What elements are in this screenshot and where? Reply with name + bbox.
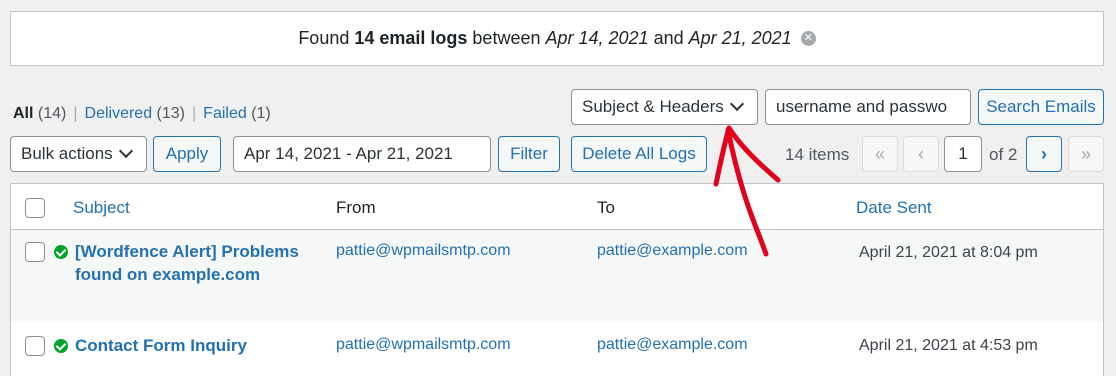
- status-filter-links: All (14) | Delivered (13) | Failed (1): [13, 105, 271, 123]
- view-delivered-link[interactable]: Delivered: [85, 105, 153, 122]
- bulk-actions-value: Bulk actions: [21, 144, 113, 163]
- notice-and: and: [648, 28, 689, 48]
- last-page-button[interactable]: »: [1068, 136, 1104, 172]
- annotation-arrow-head: [713, 125, 781, 187]
- prev-page-button[interactable]: ‹: [903, 136, 939, 172]
- results-notice: Found 14 email logs between Apr 14, 2021…: [10, 11, 1104, 66]
- from-email[interactable]: pattie@wpmailsmtp.com: [336, 242, 511, 260]
- view-delivered-count: (13): [152, 105, 186, 122]
- current-page-value: 1: [958, 144, 968, 163]
- row-checkbox[interactable]: [25, 242, 45, 262]
- table-header-row: Subject From To Date Sent: [11, 184, 1103, 230]
- check-circle-icon: [54, 245, 68, 259]
- search-input[interactable]: username and passwo: [765, 89, 971, 125]
- search-emails-button[interactable]: Search Emails: [978, 89, 1104, 125]
- email-logs-table: Subject From To Date Sent [Wordfence Ale…: [10, 183, 1104, 376]
- search-field-select[interactable]: Subject & Headers: [571, 89, 758, 125]
- table-row: Contact Form Inquiry pattie@wpmailsmtp.c…: [11, 322, 1103, 376]
- select-all-checkbox[interactable]: [25, 198, 45, 218]
- column-from-header: From: [336, 198, 376, 217]
- view-all-count: (14): [33, 105, 67, 122]
- next-page-button[interactable]: ›: [1026, 136, 1062, 172]
- email-subject-line: Contact Form Inquiry: [75, 336, 247, 355]
- date-range-value: Apr 14, 2021 - Apr 21, 2021: [244, 144, 453, 163]
- apply-button[interactable]: Apply: [153, 136, 221, 172]
- current-page-input[interactable]: 1: [944, 136, 982, 172]
- page-total: of 2: [989, 145, 1018, 164]
- notice-between: between: [467, 28, 546, 48]
- separator: |: [73, 105, 78, 122]
- chevron-down-icon: [729, 96, 744, 112]
- view-all-label[interactable]: All: [13, 105, 33, 122]
- table-row: [Wordfence Alert] Problems found on exam…: [11, 230, 1103, 322]
- to-email[interactable]: pattie@example.com: [597, 336, 748, 354]
- row-checkbox[interactable]: [25, 336, 45, 356]
- search-field-select-value: Subject & Headers: [582, 97, 724, 116]
- column-subject-header[interactable]: Subject: [73, 198, 130, 218]
- dismiss-icon[interactable]: ✕: [800, 31, 816, 46]
- search-input-value: username and passwo: [776, 97, 948, 116]
- delete-all-logs-button[interactable]: Delete All Logs: [571, 136, 707, 172]
- items-count: 14 items: [785, 145, 850, 164]
- view-failed-count: (1): [246, 105, 271, 122]
- chevron-down-icon: [118, 143, 133, 159]
- notice-date-to: Apr 21, 2021: [688, 28, 792, 48]
- column-date-sent-header[interactable]: Date Sent: [856, 198, 932, 218]
- view-failed-link[interactable]: Failed: [203, 105, 247, 122]
- check-circle-icon: [54, 339, 68, 353]
- email-subject-line: [Wordfence Alert] Problems: [75, 242, 299, 261]
- email-subject-link[interactable]: Contact Form Inquiry: [75, 334, 247, 357]
- date-sent: April 21, 2021 at 4:53 pm: [859, 337, 1038, 354]
- to-email[interactable]: pattie@example.com: [597, 242, 748, 260]
- first-page-button[interactable]: «: [862, 136, 898, 172]
- bulk-actions-select[interactable]: Bulk actions: [10, 136, 147, 172]
- email-subject-line: found on example.com: [75, 265, 261, 284]
- notice-count: 14 email logs: [354, 28, 468, 48]
- notice-date-from: Apr 14, 2021: [545, 28, 649, 48]
- email-subject-link[interactable]: [Wordfence Alert] Problems found on exam…: [75, 240, 299, 286]
- date-sent: April 21, 2021 at 8:04 pm: [859, 244, 1038, 261]
- date-range-input[interactable]: Apr 14, 2021 - Apr 21, 2021: [233, 136, 491, 172]
- column-to-header: To: [597, 198, 615, 217]
- filter-button[interactable]: Filter: [498, 136, 560, 172]
- from-email[interactable]: pattie@wpmailsmtp.com: [336, 336, 511, 354]
- notice-prefix: Found: [298, 28, 355, 48]
- separator: |: [192, 105, 197, 122]
